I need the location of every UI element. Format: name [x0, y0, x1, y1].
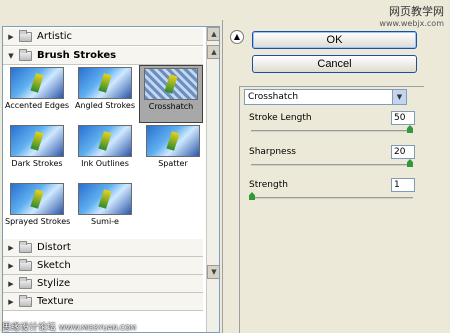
chevron-down-icon[interactable]: ▼	[392, 90, 406, 104]
filter-ink-outlines[interactable]: Ink Outlines	[73, 125, 137, 168]
category-label: Brush Strokes	[37, 50, 117, 61]
filter-dark-strokes[interactable]: Dark Strokes	[5, 125, 69, 168]
category-stylize[interactable]: ▶ Stylize	[3, 275, 203, 293]
filter-preview-thumbnail	[10, 67, 64, 99]
filter-label: Spatter	[158, 159, 188, 168]
param-label: Stroke Length	[249, 113, 312, 123]
filter-spatter[interactable]: Spatter	[141, 125, 205, 168]
filter-label: Sprayed Strokes	[5, 217, 71, 226]
folder-icon	[19, 240, 32, 253]
filter-preview-thumbnail	[144, 68, 198, 100]
filter-options-panel: Crosshatch ▼ Stroke Length 50 Sharpness …	[239, 86, 424, 333]
panel-divider	[222, 20, 223, 333]
category-artistic[interactable]: ▶ Artistic	[3, 28, 203, 46]
filter-preview-thumbnail	[78, 67, 132, 99]
filter-preview-thumbnail	[78, 125, 132, 157]
folder-icon	[19, 48, 32, 61]
watermark-bottom: 思缘设计论坛 WWW.MISSYUAN.COM	[2, 320, 136, 333]
expand-triangle-icon[interactable]: ▶	[5, 280, 17, 288]
filter-sprayed-strokes[interactable]: Sprayed Strokes	[5, 183, 71, 226]
strength-input[interactable]: 1	[391, 178, 415, 192]
category-label: Texture	[37, 296, 74, 307]
filter-label: Dark Strokes	[11, 159, 63, 168]
category-label: Stylize	[37, 278, 71, 289]
filter-crosshatch[interactable]: Crosshatch	[139, 65, 203, 123]
strength-slider-thumb[interactable]	[249, 192, 255, 200]
filter-preview-thumbnail	[78, 183, 132, 215]
param-label: Sharpness	[249, 147, 296, 157]
watermark-forum-url: WWW.MISSYUAN.COM	[58, 324, 137, 332]
vertical-scrollbar[interactable]: ▲ ▲ ▼	[206, 27, 219, 332]
filter-sumi-e[interactable]: Sumi-e	[73, 183, 137, 226]
scroll-up-icon[interactable]: ▲	[207, 45, 219, 59]
scroll-up-icon[interactable]: ▲	[207, 27, 219, 41]
filter-label: Crosshatch	[148, 102, 194, 111]
strength-slider-track[interactable]	[251, 197, 413, 199]
cancel-button[interactable]: Cancel	[252, 55, 417, 73]
filter-label: Sumi-e	[91, 217, 119, 226]
sharpness-slider-track[interactable]	[251, 164, 413, 166]
filter-preview-thumbnail	[10, 125, 64, 157]
category-label: Distort	[37, 242, 71, 253]
filter-accented-edges[interactable]: Accented Edges	[5, 67, 69, 110]
filter-preview-thumbnail	[10, 183, 64, 215]
expand-triangle-icon[interactable]: ▶	[5, 33, 17, 41]
watermark-title: 网页教学网	[389, 5, 444, 18]
folder-icon	[19, 276, 32, 289]
filter-select-dropdown[interactable]: Crosshatch ▼	[244, 89, 407, 105]
filter-settings-area: ▲ OK Cancel Crosshatch ▼ Stroke Length 5…	[222, 20, 450, 333]
sharpness-input[interactable]: 20	[391, 145, 415, 159]
folder-icon	[19, 294, 32, 307]
category-label: Sketch	[37, 260, 71, 271]
category-sketch[interactable]: ▶ Sketch	[3, 257, 203, 275]
filter-label: Ink Outlines	[81, 159, 129, 168]
stroke-length-slider-thumb[interactable]	[407, 125, 413, 133]
filter-angled-strokes[interactable]: Angled Strokes	[73, 67, 137, 110]
stroke-length-input[interactable]: 50	[391, 111, 415, 125]
filter-browser: ▶ Artistic ▼ Brush Strokes Accented Edge…	[2, 26, 220, 333]
filter-select-value: Crosshatch	[248, 92, 299, 102]
expand-triangle-icon[interactable]: ▶	[5, 244, 17, 252]
category-label: Artistic	[37, 31, 73, 42]
watermark-forum: 思缘设计论坛	[2, 323, 57, 333]
category-distort[interactable]: ▶ Distort	[3, 239, 203, 257]
sharpness-slider-thumb[interactable]	[407, 159, 413, 167]
stroke-length-slider-track[interactable]	[251, 130, 413, 132]
double-chevron-up-icon[interactable]: ▲	[230, 30, 244, 44]
filter-preview-thumbnail	[146, 125, 200, 157]
expand-triangle-icon[interactable]: ▶	[5, 262, 17, 270]
folder-icon	[19, 29, 32, 42]
filter-label: Accented Edges	[5, 101, 70, 110]
folder-icon	[19, 258, 32, 271]
filter-label: Angled Strokes	[74, 101, 136, 110]
expand-triangle-icon[interactable]: ▶	[5, 298, 17, 306]
scroll-down-icon[interactable]: ▼	[207, 265, 219, 279]
category-texture[interactable]: ▶ Texture	[3, 293, 203, 311]
param-label: Strength	[249, 180, 288, 190]
collapse-triangle-icon[interactable]: ▼	[5, 52, 17, 60]
category-brush-strokes[interactable]: ▼ Brush Strokes	[3, 47, 203, 65]
ok-button[interactable]: OK	[252, 31, 417, 49]
